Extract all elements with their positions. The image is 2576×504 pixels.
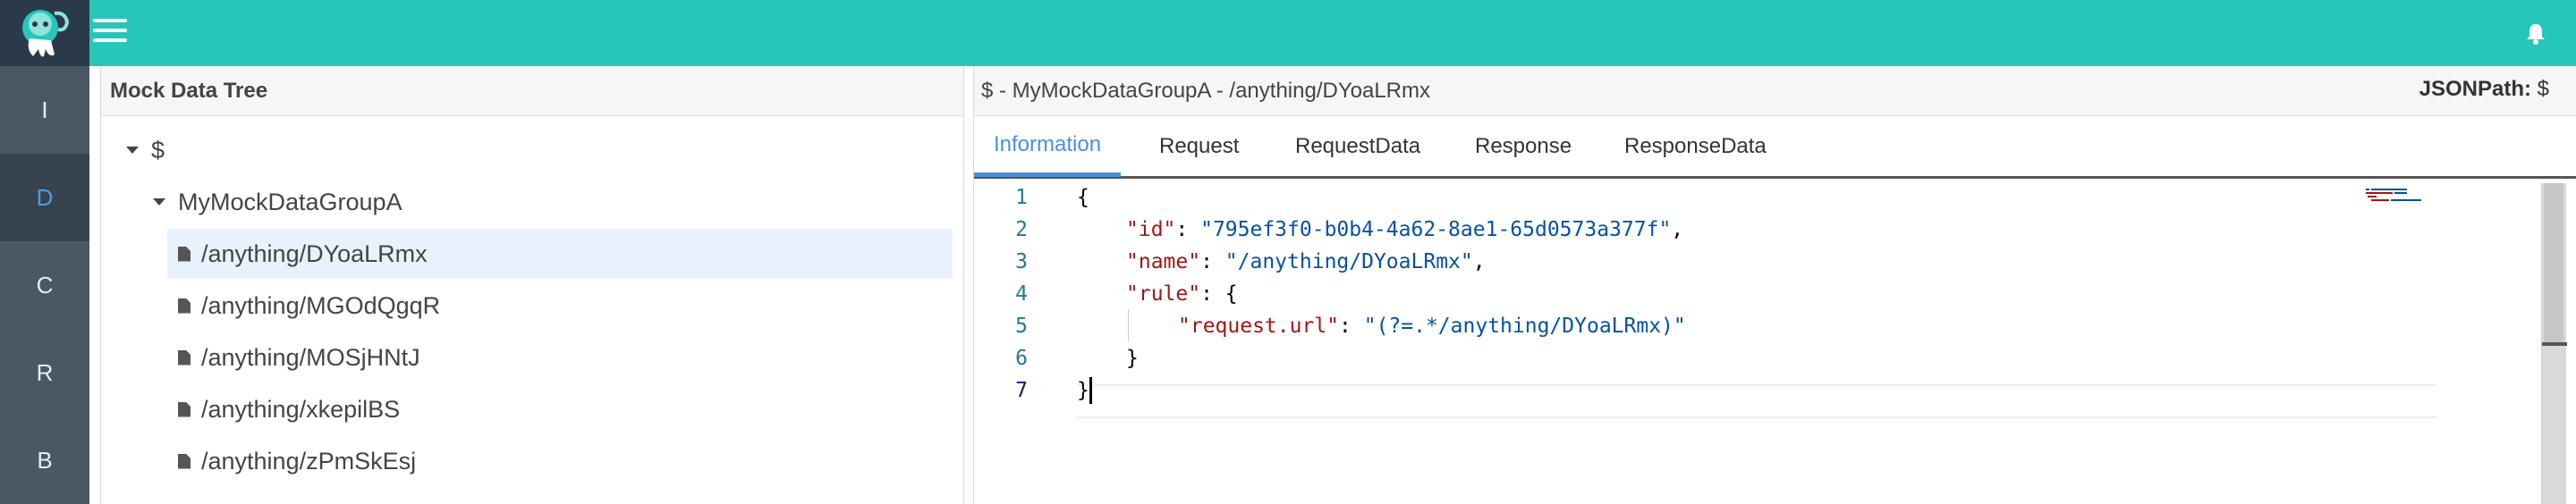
- tree-node-file[interactable]: /anything/zPmSkEsj: [178, 436, 416, 486]
- tree-node-group[interactable]: MyMockDataGroupA: [153, 177, 402, 227]
- tab-bar: Information Request RequestData Response…: [974, 116, 2576, 179]
- hamburger-menu-icon[interactable]: [93, 19, 127, 46]
- tab-request[interactable]: Request: [1159, 116, 1239, 177]
- code-token: }: [1077, 379, 1089, 402]
- detail-panel: $ - MyMockDataGroupA - /anything/DYoaLRm…: [973, 66, 2576, 504]
- sidebar-item-b[interactable]: B: [0, 416, 89, 504]
- detail-title: $ - MyMockDataGroupA - /anything/DYoaLRm…: [981, 79, 1430, 103]
- detail-header: $ - MyMockDataGroupA - /anything/DYoaLRm…: [974, 66, 2576, 116]
- bell-icon[interactable]: [2522, 20, 2549, 46]
- caret-down-icon[interactable]: [153, 198, 165, 206]
- tree-node-label: MyMockDataGroupA: [178, 188, 402, 215]
- code-line: {: [1077, 181, 1089, 214]
- line-number: 6: [1015, 347, 1028, 370]
- tab-information[interactable]: Information: [974, 116, 1122, 177]
- sidebar-item-i[interactable]: I: [0, 66, 89, 154]
- sidebar-item-d[interactable]: D: [0, 154, 89, 241]
- sidebar-item-c[interactable]: C: [0, 241, 89, 329]
- file-icon: [178, 349, 191, 365]
- code-token: : {: [1200, 282, 1238, 306]
- code-token: "795ef3f0-b0b4-4a62-8ae1-65d0573a377f": [1200, 218, 1672, 241]
- tree-node-file[interactable]: /anything/MOSjHNtJ: [178, 332, 420, 382]
- code-token: "(?=.*/anything/DYoaLRmx)": [1363, 315, 1686, 338]
- code-token: ,: [1671, 218, 1684, 241]
- jsonpath-value: $: [2537, 77, 2549, 101]
- code-line: "rule": {: [1126, 278, 1238, 310]
- code-line: }: [1126, 342, 1139, 374]
- caret-down-icon[interactable]: [126, 147, 139, 154]
- code-line: "name": "/anything/DYoaLRmx",: [1126, 246, 1486, 278]
- indent-guide: [1128, 309, 1129, 341]
- tree-node-label: /anything/xkepilBS: [201, 395, 401, 423]
- code-token: :: [1175, 218, 1201, 241]
- mock-data-tree-panel: Mock Data Tree $ MyMockDataGroupA /anyth…: [100, 66, 964, 504]
- code-token: "request.url": [1178, 315, 1340, 338]
- line-number: 4: [1015, 282, 1028, 306]
- tree-node-label: $: [151, 136, 165, 164]
- current-line-highlight: [1077, 384, 2436, 418]
- code-token: }: [1126, 347, 1139, 370]
- text-cursor: [1089, 377, 1092, 404]
- jsonpath-display: JSONPath: $: [2419, 77, 2549, 102]
- code-line: }: [1077, 374, 1092, 407]
- sidebar: I D C R B: [0, 66, 89, 504]
- tree-node-label: /anything/MOSjHNtJ: [201, 343, 420, 371]
- line-number: 7: [1015, 379, 1028, 402]
- tree-node-file[interactable]: /anything/xkepilBS: [178, 384, 400, 434]
- code-token: :: [1339, 315, 1364, 338]
- line-number: 3: [1015, 250, 1028, 273]
- top-bar: [0, 0, 2576, 66]
- code-token: "name": [1126, 250, 1201, 273]
- scrollbar-position-marker: [2542, 342, 2567, 346]
- scrollbar-thumb[interactable]: [2544, 183, 2563, 344]
- code-token: "id": [1126, 218, 1176, 241]
- code-line: "request.url": "(?=.*/anything/DYoaLRmx)…: [1178, 310, 1686, 342]
- json-editor[interactable]: 1 2 3 4 5 6 7 { "id": "795ef3f0-b0b4-4a6…: [974, 181, 2576, 504]
- file-icon: [178, 453, 191, 469]
- code-token: {: [1077, 186, 1089, 209]
- tab-requestdata[interactable]: RequestData: [1295, 116, 1420, 177]
- tree-node-file[interactable]: /anything/MGOdQgqR: [178, 281, 440, 331]
- tab-responsedata[interactable]: ResponseData: [1624, 116, 1767, 177]
- app-logo[interactable]: [0, 0, 89, 66]
- code-token: :: [1200, 250, 1225, 273]
- tree-node-root[interactable]: $: [126, 125, 165, 175]
- sidebar-item-r[interactable]: R: [0, 329, 89, 416]
- tab-response[interactable]: Response: [1475, 116, 1572, 177]
- tree-node-label: /anything/DYoaLRmx: [201, 239, 428, 267]
- tree-node-label: /anything/MGOdQgqR: [201, 291, 441, 319]
- line-number: 5: [1015, 315, 1028, 338]
- file-icon: [178, 401, 191, 417]
- code-token: "rule": [1126, 282, 1201, 306]
- file-icon: [178, 246, 191, 262]
- file-icon: [178, 298, 191, 314]
- jsonpath-label: JSONPath:: [2419, 77, 2531, 101]
- code-token: "/anything/DYoaLRmx": [1224, 250, 1473, 273]
- vertical-scrollbar[interactable]: [2541, 183, 2567, 504]
- tree-node-label: /anything/zPmSkEsj: [201, 447, 417, 475]
- code-token: ,: [1472, 250, 1486, 273]
- tree-node-file[interactable]: /anything/DYoaLRmx: [167, 229, 953, 279]
- octopus-logo-icon: [22, 10, 70, 57]
- panel-title: Mock Data Tree: [101, 66, 963, 116]
- line-number: 1: [1015, 186, 1028, 209]
- code-line: "id": "795ef3f0-b0b4-4a62-8ae1-65d0573a3…: [1126, 214, 1683, 246]
- line-number: 2: [1015, 218, 1028, 241]
- minimap[interactable]: [2360, 185, 2450, 212]
